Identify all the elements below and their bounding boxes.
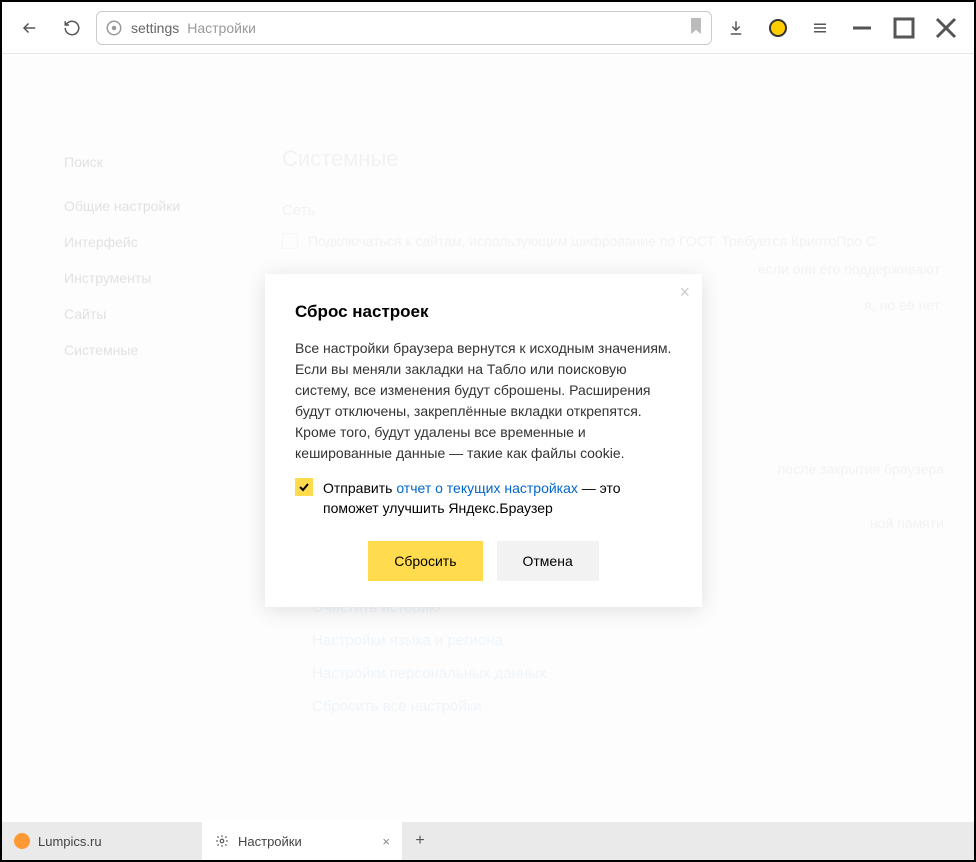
checkbox-icon [282,233,298,249]
yandex-icon [105,19,123,37]
tab-settings[interactable]: Настройки × [202,822,402,860]
dialog-close-button[interactable]: × [679,282,690,303]
address-prefix: settings [131,20,179,36]
close-window-button[interactable] [928,10,964,46]
tab-close-button[interactable]: × [382,834,390,849]
sidebar-item-tools[interactable]: Инструменты [52,260,222,296]
option-tail: после закрытия браузера [778,461,944,477]
address-bar[interactable]: settings Настройки [96,11,712,45]
send-report-link[interactable]: отчет о текущих настройках [396,480,578,496]
sidebar-item-sites[interactable]: Сайты [52,296,222,332]
option-gost[interactable]: Подключаться к сайтам, использующим шифр… [282,233,944,249]
tab-label: Lumpics.ru [38,834,102,849]
minimize-button[interactable] [844,10,880,46]
option-label: Подключаться к сайтам, использующим шифр… [308,233,876,249]
tab-strip: Lumpics.ru Настройки × + [2,822,974,860]
extension-icon[interactable] [760,10,796,46]
address-title: Настройки [187,20,256,36]
sidebar: Поиск Общие настройки Интерфейс Инструме… [52,146,222,368]
maximize-button[interactable] [886,10,922,46]
tab-label: Настройки [238,834,302,849]
tab-lumpics[interactable]: Lumpics.ru [2,822,202,860]
favicon-icon [14,833,30,849]
page-title: Системные [282,146,944,172]
link-personal-data[interactable]: Настройки персональных данных [312,657,944,690]
option-tail: ной памяти [870,515,944,531]
bookmark-icon[interactable] [689,17,703,38]
section-network: Сеть [282,202,944,219]
cancel-button[interactable]: Отмена [497,541,599,581]
send-report-label: Отправить отчет о текущих настройках — э… [323,478,672,519]
link-reset-all[interactable]: Сбросить все настройки [312,690,944,723]
reset-settings-dialog: × Сброс настроек Все настройки браузера … [265,274,702,607]
sidebar-item-system[interactable]: Системные [52,332,222,368]
new-tab-button[interactable]: + [402,822,438,860]
reset-button[interactable]: Сбросить [368,541,482,581]
browser-toolbar: settings Настройки [2,2,974,54]
below-dialog: после закрытия браузера ной памяти Очист… [312,606,944,723]
dialog-title: Сброс настроек [295,302,672,322]
downloads-button[interactable] [718,10,754,46]
back-button[interactable] [12,10,48,46]
link-language[interactable]: Настройки языка и региона [312,624,944,657]
sidebar-item-interface[interactable]: Интерфейс [52,224,222,260]
sidebar-item-general[interactable]: Общие настройки [52,188,222,224]
send-prefix: Отправить [323,480,396,496]
checkbox-checked-icon [295,478,313,496]
gear-icon [214,833,230,849]
link-list: Очистить историю Настройки языка и регио… [312,591,944,723]
dialog-body: Все настройки браузера вернутся к исходн… [295,338,672,464]
menu-button[interactable] [802,10,838,46]
reload-button[interactable] [54,10,90,46]
sidebar-search[interactable]: Поиск [52,146,222,188]
dialog-actions: Сбросить Отмена [295,541,672,581]
send-report-checkbox[interactable]: Отправить отчет о текущих настройках — э… [295,478,672,519]
